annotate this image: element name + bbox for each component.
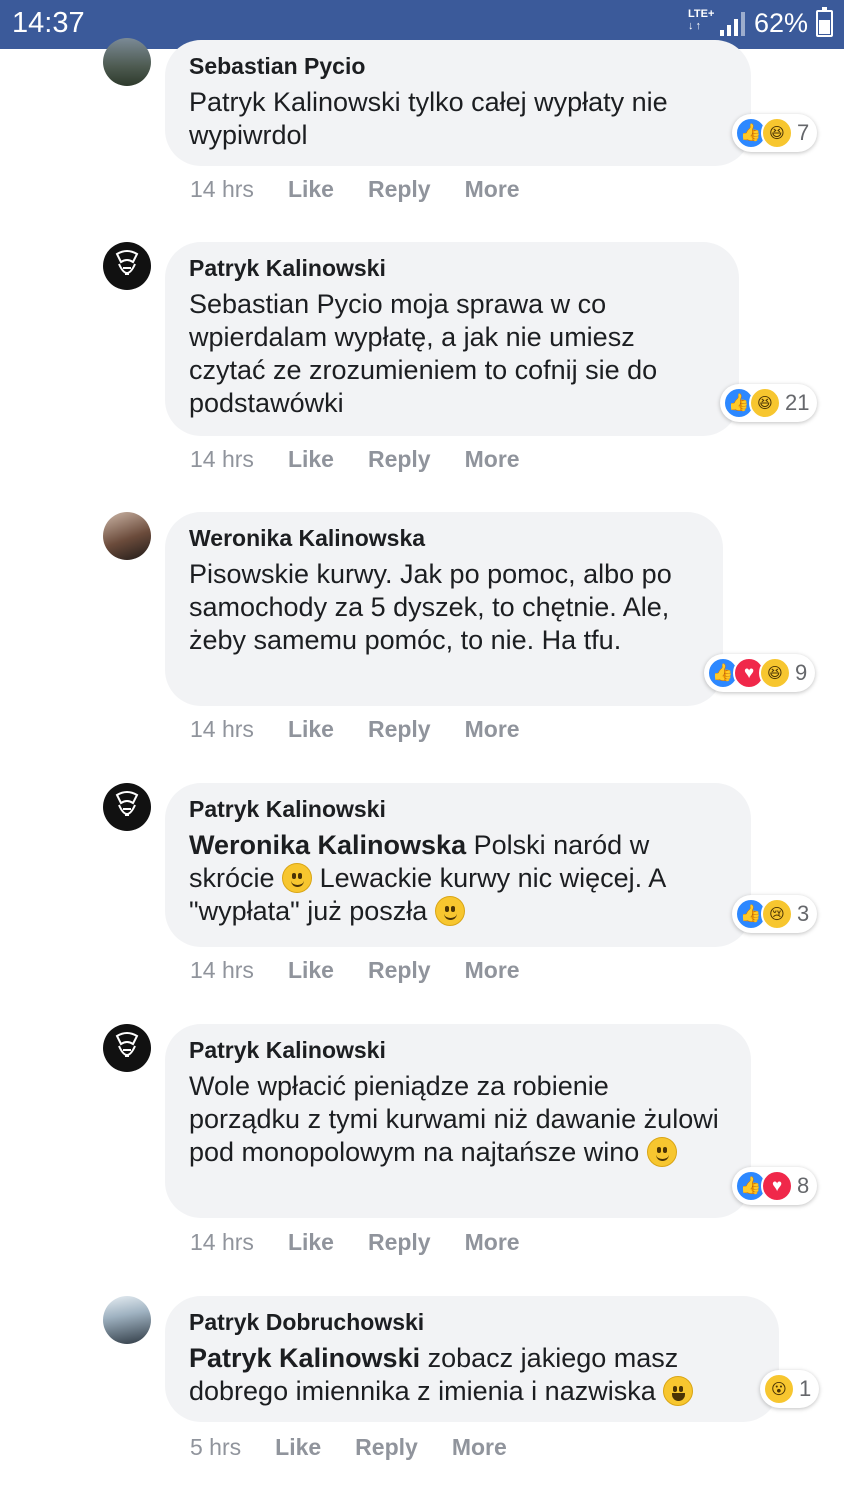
reactions-summary[interactable]: 👍 ♥ 😆 9 [704,654,816,692]
comment-text: Sebastian Pycio moja sprawa w co wpierda… [189,289,658,418]
reactions-summary[interactable]: 👍 😆 21 [720,384,818,422]
comment-author[interactable]: Patryk Kalinowski [189,795,727,823]
avatar[interactable] [103,783,151,831]
comment-actions: 14 hrs Like Reply More [190,957,554,984]
comment-text: Patryk Kalinowski zobacz jakiego masz do… [189,1342,749,1408]
comment-time: 14 hrs [190,957,254,983]
reply-button[interactable]: Reply [368,176,431,203]
comment-actions: 14 hrs Like Reply More [190,176,554,203]
reply-button[interactable]: Reply [368,1229,431,1256]
like-button[interactable]: Like [288,957,334,984]
more-button[interactable]: More [465,957,520,984]
comment-mention[interactable]: Weronika Kalinowska [189,830,466,860]
comment-author[interactable]: Patryk Dobruchowski [189,1308,755,1336]
haha-icon: 😆 [749,387,781,419]
comment-time: 14 hrs [190,446,254,472]
comment-actions: 14 hrs Like Reply More [190,446,554,473]
reaction-count: 3 [797,901,810,926]
comment-time: 5 hrs [190,1434,242,1460]
comment-text: Pisowskie kurwy. Jak po pomoc, albo po s… [189,559,672,655]
reactions-summary[interactable]: 😮 1 [760,1370,820,1408]
reply-button[interactable]: Reply [368,957,431,984]
comment-time: 14 hrs [190,1229,254,1255]
comment-bubble[interactable]: Patryk Kalinowski Wole wpłacić pieniądze… [165,1024,751,1218]
comment-text: Weronika Kalinowska Polski naród w skróc… [189,829,725,928]
reaction-count: 21 [785,390,810,415]
comment-bubble[interactable]: Patryk Kalinowski Sebastian Pycio moja s… [165,242,739,436]
comment-actions: 14 hrs Like Reply More [190,1229,554,1256]
battery-icon [816,7,833,37]
sad-icon: 😢 [761,898,793,930]
comment-bubble[interactable]: Sebastian Pycio Patryk Kalinowski tylko … [165,40,751,166]
grin-emoji-icon [663,1376,694,1406]
avatar-logo-icon [115,1032,139,1057]
reply-button[interactable]: Reply [368,446,431,473]
smile-emoji-icon [434,896,465,926]
like-button[interactable]: Like [288,446,334,473]
like-button[interactable]: Like [288,176,334,203]
network-arrows-icon: ↓↑ [688,20,703,32]
avatar[interactable] [103,38,151,86]
network-indicator: LTE+ ↓↑ [688,8,714,32]
comment-bubble[interactable]: Patryk Kalinowski Weronika Kalinowska Po… [165,783,751,947]
network-type: LTE+ [688,8,715,20]
avatar[interactable] [103,1024,151,1072]
avatar[interactable] [103,1296,151,1344]
more-button[interactable]: More [465,176,520,203]
comment-bubble[interactable]: Patryk Dobruchowski Patryk Kalinowski zo… [165,1296,779,1422]
haha-icon: 😆 [759,657,791,689]
reactions-summary[interactable]: 👍 😆 7 [732,114,818,152]
reactions-summary[interactable]: 👍 ♥ 8 [732,1167,818,1205]
haha-icon: 😆 [761,117,793,149]
avatar-logo-icon [115,250,139,275]
more-button[interactable]: More [465,716,520,743]
smile-emoji-icon [282,863,313,893]
wow-icon: 😮 [763,1373,795,1405]
comment-author[interactable]: Weronika Kalinowska [189,524,699,552]
like-button[interactable]: Like [275,1434,321,1461]
battery-percent: 62% [754,8,809,38]
comment-author[interactable]: Patryk Kalinowski [189,1036,727,1064]
comment-time: 14 hrs [190,176,254,202]
reply-button[interactable]: Reply [355,1434,418,1461]
reaction-count: 1 [799,1376,812,1401]
avatar[interactable] [103,512,151,560]
like-button[interactable]: Like [288,1229,334,1256]
like-button[interactable]: Like [288,716,334,743]
reaction-count: 7 [797,120,810,145]
avatar[interactable] [103,242,151,290]
comment-bubble[interactable]: Weronika Kalinowska Pisowskie kurwy. Jak… [165,512,723,706]
reactions-summary[interactable]: 👍 😢 3 [732,895,818,933]
reaction-count: 8 [797,1173,810,1198]
love-icon: ♥ [761,1170,793,1202]
comment-author[interactable]: Sebastian Pycio [189,52,727,80]
smile-emoji-icon [646,1137,677,1167]
reply-button[interactable]: Reply [368,716,431,743]
comment-author[interactable]: Patryk Kalinowski [189,254,715,282]
comment-text: Wole wpłacić pieniądze za robienie porzą… [189,1070,719,1169]
more-button[interactable]: More [465,1229,520,1256]
status-time: 14:37 [12,7,85,39]
comment-text-part: Wole wpłacić pieniądze za robienie porzą… [189,1071,719,1167]
comment-actions: 14 hrs Like Reply More [190,716,554,743]
comment-text: Patryk Kalinowski tylko całej wypłaty ni… [189,87,668,150]
comment-mention[interactable]: Patryk Kalinowski [189,1343,420,1373]
more-button[interactable]: More [452,1434,507,1461]
avatar-logo-icon [115,791,139,816]
comment-time: 14 hrs [190,716,254,742]
comment-actions: 5 hrs Like Reply More [190,1434,541,1461]
signal-icon [720,12,746,36]
reaction-count: 9 [795,660,808,685]
more-button[interactable]: More [465,446,520,473]
